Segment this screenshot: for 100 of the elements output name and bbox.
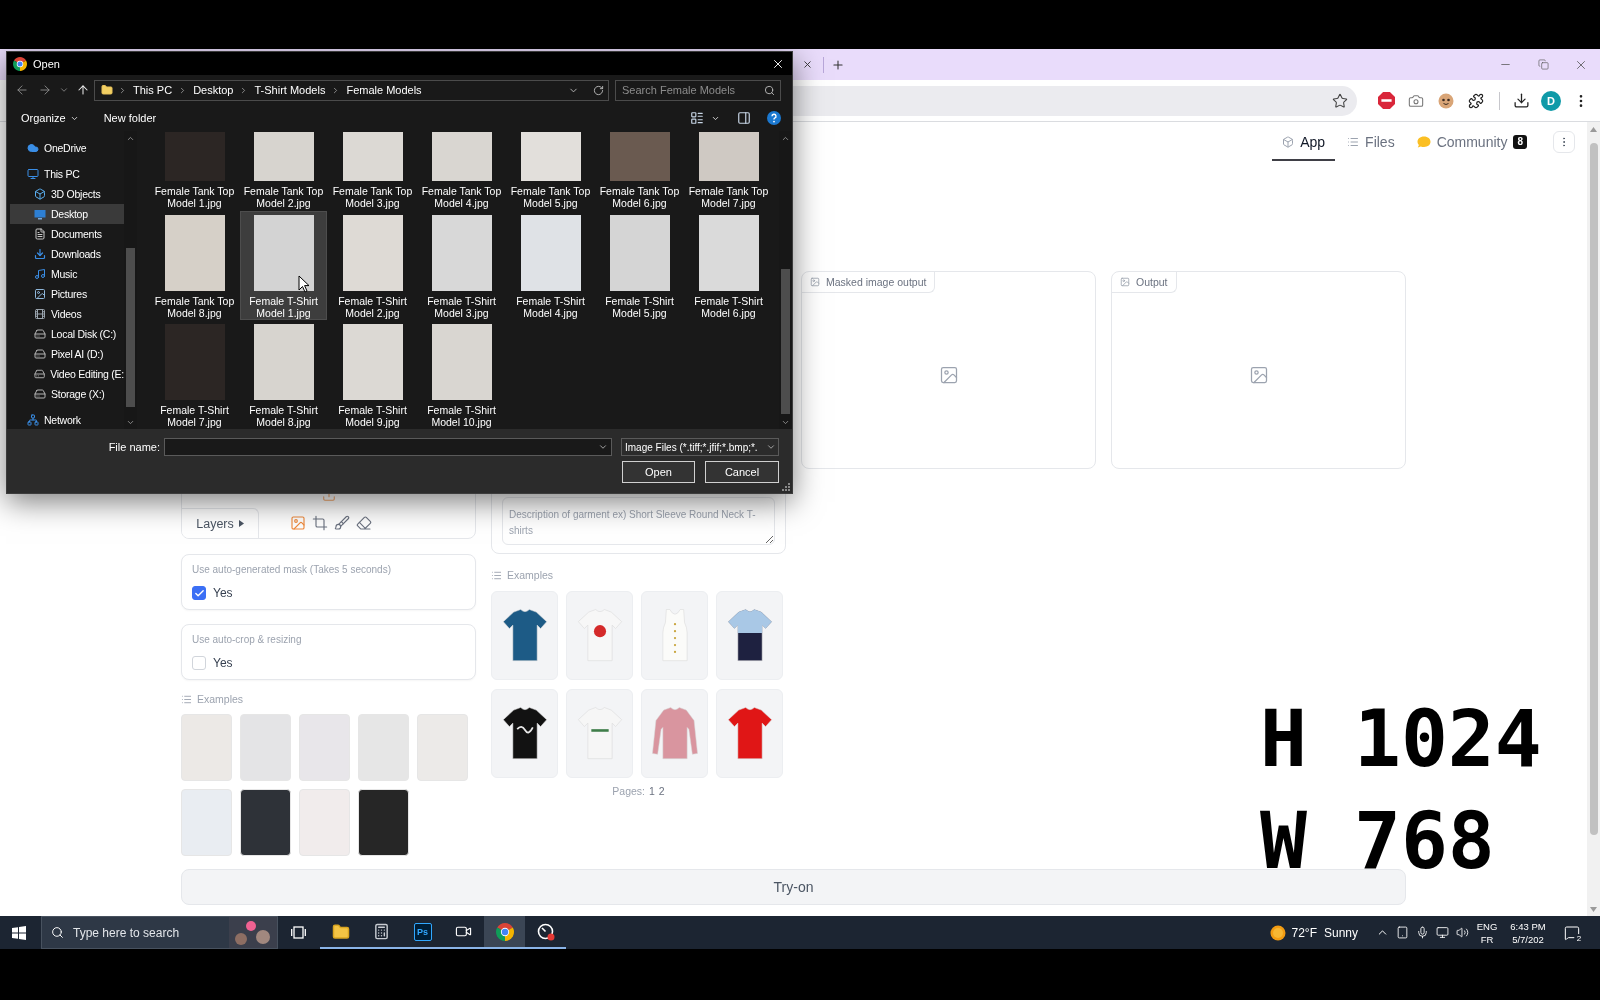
camera-icon[interactable] bbox=[1408, 92, 1424, 109]
try-on-button[interactable]: Try-on bbox=[181, 869, 1406, 905]
checkbox-label: Yes bbox=[213, 586, 233, 600]
file-item[interactable]: Female T-Shirt Model 1.jpg bbox=[240, 211, 327, 320]
notification-icon[interactable] bbox=[1564, 924, 1580, 941]
scroll-up-icon[interactable] bbox=[1590, 126, 1597, 132]
tab-close-icon[interactable] bbox=[801, 59, 813, 70]
page-link[interactable]: 2 bbox=[658, 785, 665, 797]
checkbox[interactable] bbox=[192, 586, 206, 600]
file-item[interactable]: Female Tank Top Model 5.jpg bbox=[507, 131, 594, 211]
file-item[interactable]: Female T-Shirt Model 7.jpg bbox=[151, 320, 238, 429]
file-item[interactable]: Female Tank Top Model 8.jpg bbox=[151, 211, 238, 320]
file-item[interactable]: Female Tank Top Model 1.jpg bbox=[151, 131, 238, 211]
new-tab-icon[interactable] bbox=[831, 57, 845, 72]
layers-button[interactable]: Layers bbox=[182, 508, 259, 538]
command-button[interactable]: New folder bbox=[103, 112, 157, 124]
scrollbar-thumb[interactable] bbox=[126, 248, 135, 407]
file-item[interactable]: Female T-Shirt Model 9.jpg bbox=[329, 320, 416, 429]
puzzle-piece-icon[interactable] bbox=[1468, 92, 1484, 109]
breadcrumb-item[interactable]: This PC bbox=[132, 84, 174, 96]
eraser-icon[interactable] bbox=[356, 515, 372, 531]
file-item[interactable]: Female Tank Top Model 2.jpg bbox=[240, 131, 327, 211]
file-item[interactable]: Female T-Shirt Model 5.jpg bbox=[596, 211, 683, 320]
file-item[interactable]: Female T-Shirt Model 3.jpg bbox=[418, 211, 505, 320]
chevron-down-icon bbox=[766, 442, 776, 452]
file-item[interactable]: Female T-Shirt Model 4.jpg bbox=[507, 211, 594, 320]
nav-item[interactable]: Storage (X:) bbox=[10, 384, 124, 404]
person-photo-placeholder[interactable] bbox=[358, 789, 409, 856]
crop-icon[interactable] bbox=[312, 515, 328, 531]
address-field[interactable]: This PC Desktop T-Shirt Models Female Models bbox=[94, 79, 609, 101]
breadcrumb-item[interactable]: Desktop bbox=[192, 84, 235, 96]
restore-icon[interactable] bbox=[1537, 59, 1549, 70]
nav-item[interactable]: Pixel AI (D:) bbox=[10, 344, 124, 364]
garment-photo[interactable] bbox=[491, 591, 558, 680]
file-item[interactable]: Female T-Shirt Model 8.jpg bbox=[240, 320, 327, 429]
brush-icon[interactable] bbox=[334, 515, 350, 531]
input-language-button[interactable]: ENG FR bbox=[1476, 919, 1498, 946]
help-icon[interactable] bbox=[767, 111, 781, 125]
bookmark-star-icon[interactable] bbox=[1332, 92, 1348, 109]
file-item[interactable]: Female T-Shirt Model 2.jpg bbox=[329, 211, 416, 320]
windows-logo-icon[interactable] bbox=[12, 925, 26, 940]
dialog-button[interactable]: Cancel bbox=[705, 461, 779, 483]
refresh-icon[interactable] bbox=[593, 84, 604, 96]
person-photo-placeholder[interactable] bbox=[240, 789, 291, 856]
breadcrumb-item[interactable]: Female Models bbox=[345, 84, 423, 96]
file-item[interactable]: Female Tank Top Model 4.jpg bbox=[418, 131, 505, 211]
microphone-icon[interactable] bbox=[1415, 926, 1429, 939]
app-tab[interactable]: Files bbox=[1337, 122, 1405, 161]
resize-grip-icon[interactable] bbox=[782, 483, 790, 491]
file-item[interactable]: Female T-Shirt Model 10.jpg bbox=[418, 320, 505, 429]
file-item[interactable]: Female Tank Top Model 3.jpg bbox=[329, 131, 416, 211]
nav-item[interactable]: This PC bbox=[10, 164, 124, 184]
scroll-down-icon[interactable] bbox=[1590, 906, 1597, 912]
nav-item[interactable]: OneDrive bbox=[10, 138, 124, 158]
nav-item[interactable]: Downloads bbox=[10, 244, 124, 264]
document-icon bbox=[34, 228, 46, 240]
panel-title: Masked image output bbox=[826, 276, 927, 288]
drive-icon bbox=[34, 328, 46, 340]
sun-icon[interactable] bbox=[1270, 924, 1287, 941]
image-tool-icon[interactable] bbox=[290, 515, 306, 531]
download-icon[interactable] bbox=[1512, 92, 1530, 109]
file-item[interactable]: Female T-Shirt Model 6.jpg bbox=[685, 211, 772, 320]
speaker-icon[interactable] bbox=[1455, 926, 1469, 939]
task-view-icon[interactable] bbox=[290, 926, 306, 939]
download-icon bbox=[34, 248, 46, 260]
nav-item[interactable]: Documents bbox=[10, 224, 124, 244]
forward-arrow-icon[interactable] bbox=[38, 83, 52, 97]
tablet-icon[interactable] bbox=[1395, 926, 1409, 939]
nav-item[interactable]: Local Disk (C:) bbox=[10, 324, 124, 344]
nav-item[interactable]: Desktop bbox=[10, 204, 124, 224]
description-field[interactable]: Description of garment ex) Short Sleeve Round Neck T-shirts bbox=[502, 497, 775, 545]
breadcrumb-item[interactable]: T-Shirt Models bbox=[253, 84, 327, 96]
file-item[interactable]: Female Tank Top Model 6.jpg bbox=[596, 131, 683, 211]
nav-item[interactable]: 3D Objects bbox=[10, 184, 124, 204]
nav-item[interactable]: Network bbox=[10, 410, 124, 429]
search-field[interactable]: Search Female Models bbox=[615, 79, 781, 101]
clock-button[interactable]: 6:43 PM 5/7/202 bbox=[1503, 919, 1553, 946]
check-icon bbox=[193, 587, 205, 599]
scrollbar-thumb[interactable] bbox=[1589, 143, 1598, 835]
command-button[interactable]: Organize bbox=[21, 112, 79, 124]
file-type-dropdown[interactable]: Image Files (*.tiff;*.jfif;*.bmp;*. bbox=[621, 438, 779, 456]
option-label: Use auto-generated mask (Takes 5 seconds) bbox=[192, 563, 392, 577]
nav-item[interactable]: Music bbox=[10, 264, 124, 284]
preview-pane-icon[interactable] bbox=[737, 111, 751, 125]
monitor-icon[interactable] bbox=[1435, 926, 1449, 939]
nav-item[interactable]: Videos bbox=[10, 304, 124, 324]
page-link[interactable]: 1 bbox=[649, 785, 655, 797]
face-icon[interactable] bbox=[1438, 92, 1454, 109]
nav-item[interactable]: Pictures bbox=[10, 284, 124, 304]
app-tab[interactable]: Community 8 bbox=[1406, 122, 1537, 161]
garment-photo[interactable] bbox=[491, 689, 558, 778]
app-tab[interactable]: App bbox=[1272, 122, 1336, 161]
file-item[interactable]: Female Tank Top Model 7.jpg bbox=[685, 131, 772, 211]
view-options-icon[interactable] bbox=[690, 111, 704, 125]
scrollbar-thumb[interactable] bbox=[781, 269, 790, 414]
octagon-icon[interactable] bbox=[1377, 92, 1395, 109]
nav-item[interactable]: Video Editing (E: bbox=[10, 364, 124, 384]
dialog-button[interactable]: Open bbox=[622, 461, 695, 483]
file-name-field[interactable] bbox=[164, 438, 612, 456]
garment-photo[interactable] bbox=[716, 591, 783, 680]
